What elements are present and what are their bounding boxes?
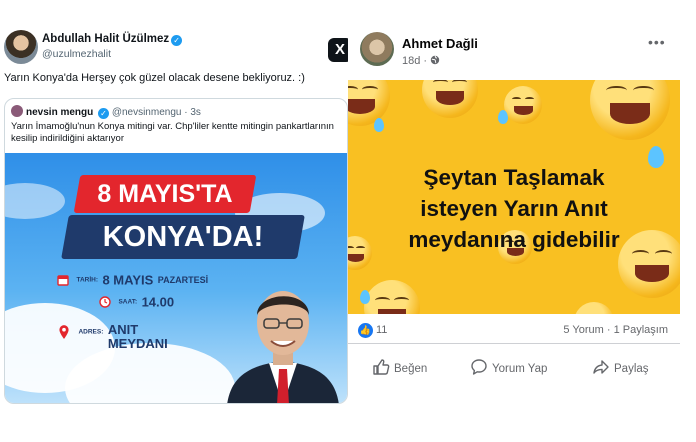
poster-address-row: ADRES: ANIT MEYDANI: [57, 323, 168, 351]
poster-date-row: TARİH: 8 MAYIS PAZARTESİ: [57, 271, 208, 289]
poster-headline-date: 8 MAYIS'TA: [73, 175, 257, 213]
laughing-emoji-icon: [364, 280, 420, 314]
quoted-tweet-header: nevsin mengu ✓ @nevsinmengu · 3s: [11, 105, 201, 119]
laughing-emoji-icon: [504, 86, 542, 124]
share-button[interactable]: Paylaş: [592, 358, 649, 376]
tweet-text: Yarın Konya'da Herşey çok güzel olacak d…: [4, 72, 305, 84]
like-button[interactable]: Beğen: [372, 358, 427, 376]
tweet-author-handle[interactable]: @uzulmezhalit: [42, 48, 111, 60]
laughing-emoji-icon: [422, 80, 478, 118]
poster-time-row: SAAT: 14.00: [99, 293, 174, 311]
fb-author-avatar[interactable]: [360, 32, 394, 66]
fb-post-time[interactable]: 18d ·: [402, 55, 440, 67]
quoted-author-handle: @nevsinmengu: [111, 107, 182, 118]
facebook-post: Ahmet Dağli 18d · ••• Şeytan Taşlamak is…: [348, 24, 680, 400]
fb-author-name[interactable]: Ahmet Dağli: [402, 36, 478, 51]
verified-badge-icon: ✓: [171, 35, 183, 46]
quoted-tweet[interactable]: nevsin mengu ✓ @nevsinmengu · 3s Yarın İ…: [4, 98, 348, 404]
share-count[interactable]: 1 Paylaşım: [614, 324, 668, 336]
fb-image-caption: Şeytan Taşlamak isteyen Yarın Anıt meyda…: [408, 165, 620, 252]
clock-icon: [99, 296, 111, 308]
fb-action-bar: Beğen Yorum Yap Paylaş: [348, 354, 680, 384]
like-reaction-icon: 👍: [358, 323, 373, 338]
quoted-tweet-text: Yarın İmamoğlu'nun Konya mitingi var. Ch…: [11, 121, 334, 144]
quoted-author-name: nevsin mengu: [26, 107, 94, 118]
poster-headline-city: KONYA'DA!: [61, 215, 305, 259]
comment-share-counts: 5 Yorum · 1 Paylaşım: [563, 324, 668, 336]
location-pin-icon: [59, 324, 69, 339]
laughing-emoji-icon: [590, 80, 670, 140]
like-count[interactable]: 11: [376, 324, 387, 336]
quoted-author-avatar: [11, 105, 23, 117]
comment-count[interactable]: 5 Yorum: [563, 324, 603, 336]
tweet-author-name[interactable]: Abdullah Halit Üzülmez ✓: [42, 33, 183, 46]
comment-icon: [471, 359, 487, 375]
fb-post-image[interactable]: Şeytan Taşlamak isteyen Yarın Anıt meyda…: [348, 80, 680, 314]
tweet-header: Abdullah Halit Üzülmez ✓ @uzulmezhalit X: [4, 30, 352, 66]
more-options-icon[interactable]: •••: [648, 34, 666, 50]
share-arrow-icon: [593, 360, 609, 374]
laughing-emoji-icon: [348, 80, 390, 126]
candidate-photo: [227, 291, 339, 403]
rally-poster-image[interactable]: 8 MAYIS'TA KONYA'DA! TARİH: 8 MAYIS PAZA…: [5, 153, 347, 403]
globe-icon: [430, 55, 440, 65]
laughing-emoji-icon: [574, 302, 614, 314]
calendar-icon: [57, 275, 69, 286]
quoted-tweet-time: · 3s: [184, 107, 201, 118]
tweet-author-avatar[interactable]: [4, 30, 38, 64]
thumbs-up-icon: [373, 359, 390, 375]
verified-badge-icon: ✓: [98, 108, 110, 119]
comment-button[interactable]: Yorum Yap: [470, 358, 547, 376]
tweet-card: Abdullah Halit Üzülmez ✓ @uzulmezhalit X …: [0, 24, 352, 404]
fb-reaction-stats: 👍 11 5 Yorum · 1 Paylaşım: [348, 318, 680, 344]
